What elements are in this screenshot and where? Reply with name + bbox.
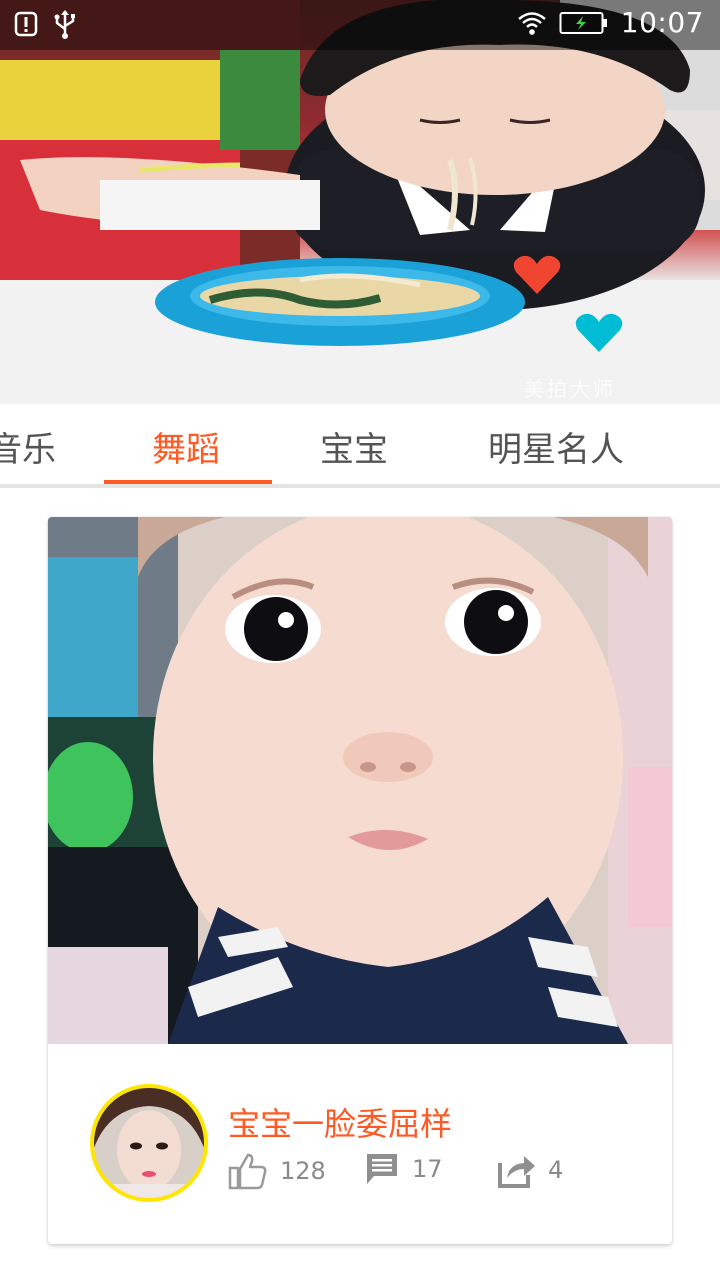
like-button[interactable]: 128 [228,1151,326,1191]
like-count: 128 [280,1157,326,1185]
avatar[interactable] [90,1084,208,1202]
thumbs-up-icon [228,1151,268,1191]
hero-video[interactable]: 美拍大师 [0,0,720,404]
battery-charging-icon [559,11,607,34]
share-count: 4 [548,1156,564,1184]
usb-icon [54,10,75,39]
avatar-image [94,1088,204,1198]
video-title[interactable]: 宝宝一脸委屈样 [228,1099,452,1145]
comment-icon [364,1151,400,1187]
tab-celebrity[interactable]: 明星名人 [488,422,624,471]
alert-icon [14,11,38,37]
video-thumbnail[interactable] [48,517,672,1044]
tab-dance[interactable]: 舞蹈 [152,422,220,471]
heart-icon-red [513,255,561,294]
tab-baby[interactable]: 宝宝 [320,422,388,471]
comment-button[interactable]: 17 [364,1151,443,1187]
comment-count: 17 [412,1155,443,1183]
category-tabs: 音乐 舞蹈 宝宝 明星名人 [0,404,720,488]
heart-icon-cyan [575,313,623,352]
status-time: 10:07 [620,6,704,39]
tab-music[interactable]: 音乐 [0,422,56,471]
video-thumbnail-art [48,517,672,1044]
watermark: 美拍大师 [524,377,616,401]
status-bar: 10:07 [0,0,720,50]
share-icon [496,1151,536,1189]
video-card[interactable]: 宝宝一脸委屈样 128 17 4 [48,517,672,1244]
share-button[interactable]: 4 [496,1151,563,1189]
tab-active-indicator [104,480,272,484]
wifi-icon [517,11,546,35]
